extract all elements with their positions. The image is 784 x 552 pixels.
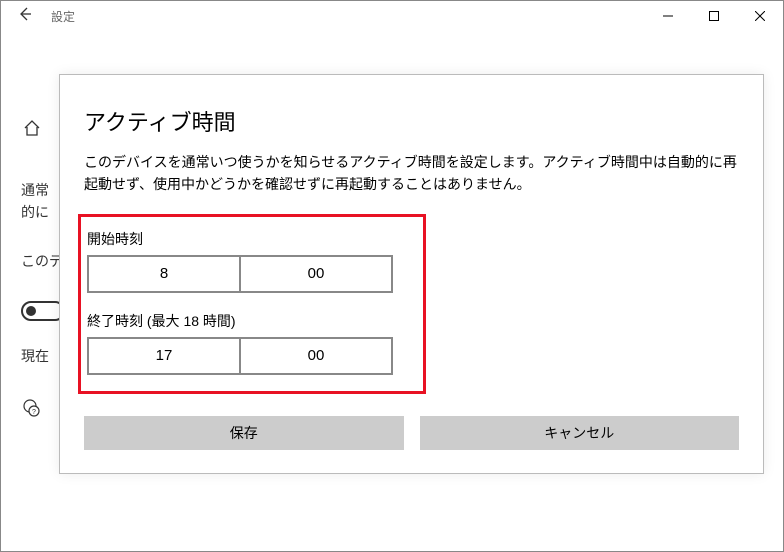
start-minute-input[interactable]: 00 <box>241 257 391 291</box>
feedback-icon: ? <box>21 398 41 423</box>
start-time-section: 開始時刻 8 00 <box>87 229 417 293</box>
start-time-picker: 8 00 <box>87 255 393 293</box>
bg-text: このデ <box>21 251 63 271</box>
save-button[interactable]: 保存 <box>84 416 404 450</box>
end-minute-input[interactable]: 00 <box>241 339 391 373</box>
end-time-section: 終了時刻 (最大 18 時間) 17 00 <box>87 311 417 375</box>
dialog-button-row: 保存 キャンセル <box>84 416 739 450</box>
home-icon <box>23 119 41 142</box>
cancel-button[interactable]: キャンセル <box>420 416 740 450</box>
end-hour-input[interactable]: 17 <box>89 339 241 373</box>
back-button[interactable] <box>17 6 33 27</box>
time-pickers-highlight: 開始時刻 8 00 終了時刻 (最大 18 時間) 17 00 <box>78 214 426 394</box>
start-time-label: 開始時刻 <box>87 229 417 249</box>
maximize-button[interactable] <box>691 1 737 31</box>
bg-text: 通常 的に <box>21 179 49 224</box>
end-time-label: 終了時刻 (最大 18 時間) <box>87 311 417 331</box>
end-time-picker: 17 00 <box>87 337 393 375</box>
active-hours-dialog: アクティブ時間 このデバイスを通常いつ使うかを知らせるアクティブ時間を設定します… <box>59 74 764 474</box>
titlebar: 設定 <box>1 1 783 31</box>
close-button[interactable] <box>737 1 783 31</box>
svg-text:?: ? <box>32 409 36 416</box>
dialog-title: アクティブ時間 <box>84 105 739 137</box>
minimize-button[interactable] <box>645 1 691 31</box>
window-title: 設定 <box>51 8 75 25</box>
dialog-description: このデバイスを通常いつ使うかを知らせるアクティブ時間を設定します。アクティブ時間… <box>84 151 739 196</box>
bg-text: 現在 <box>21 346 49 366</box>
start-hour-input[interactable]: 8 <box>89 257 241 291</box>
